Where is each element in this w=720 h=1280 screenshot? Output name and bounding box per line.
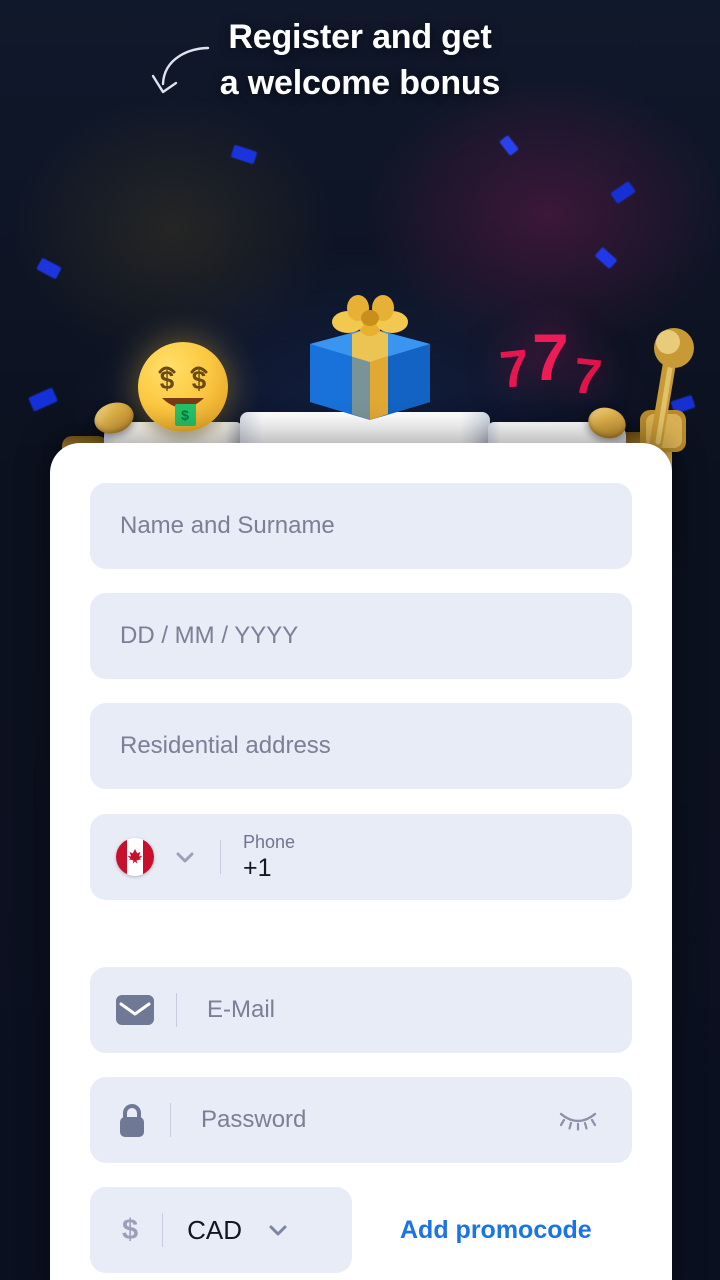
country-selector[interactable] (90, 838, 220, 876)
promo-title-line1: Register and get (228, 18, 492, 56)
curved-arrow-down-icon (151, 46, 210, 94)
currency-symbol: $ (122, 1213, 139, 1246)
registration-form-card: Name and Surname DD / MM / YYYY Resident… (50, 443, 672, 1280)
chevron-down-icon (269, 1225, 287, 1236)
name-field[interactable]: Name and Surname (90, 483, 632, 569)
slot-lever-icon (640, 328, 694, 452)
phone-label: Phone (243, 832, 296, 852)
add-promocode-link[interactable]: Add promocode (400, 1187, 592, 1273)
gift-box-icon (310, 295, 430, 420)
envelope-icon (90, 995, 176, 1025)
svg-text:$: $ (181, 407, 189, 423)
canada-flag-icon (116, 838, 154, 876)
svg-text:7: 7 (532, 322, 569, 394)
password-field[interactable]: Password (90, 1077, 632, 1163)
email-field[interactable]: E-Mail (90, 967, 632, 1053)
birthdate-field[interactable]: DD / MM / YYYY (90, 593, 632, 679)
birthdate-field-placeholder: DD / MM / YYYY (120, 622, 299, 649)
registration-screen: Register and get a welcome bonus UP TO 3… (0, 0, 720, 1280)
svg-text:7: 7 (497, 339, 532, 398)
address-field-placeholder: Residential address (120, 732, 331, 759)
svg-text:$: $ (192, 365, 207, 395)
svg-text:$: $ (160, 365, 175, 395)
promo-header: Register and get a welcome bonus (0, 14, 720, 106)
triple-seven-icon: 7 7 7 (497, 322, 605, 398)
lock-icon (90, 1102, 170, 1138)
address-field[interactable]: Residential address (90, 703, 632, 789)
currency-selector[interactable]: $ CAD (90, 1187, 352, 1273)
promo-title-line2: a welcome bonus (219, 64, 501, 102)
eye-off-icon[interactable] (558, 1109, 598, 1131)
phone-value: +1 (243, 854, 272, 882)
slot-machine-graphic: UP TO 30% CASHBACK 500% BONUS 70 FREE SP… (0, 150, 720, 584)
password-field-placeholder: Password (201, 1106, 307, 1133)
svg-text:7: 7 (571, 347, 605, 398)
currency-code: CAD (187, 1214, 243, 1245)
phone-value-group: Phone +1 (221, 831, 295, 883)
money-face-emoji-icon: $ $ $ (138, 342, 228, 432)
email-field-placeholder: E-Mail (207, 996, 276, 1023)
chevron-down-icon (176, 852, 194, 863)
name-field-placeholder: Name and Surname (120, 512, 335, 539)
phone-field[interactable]: Phone +1 (90, 814, 632, 900)
